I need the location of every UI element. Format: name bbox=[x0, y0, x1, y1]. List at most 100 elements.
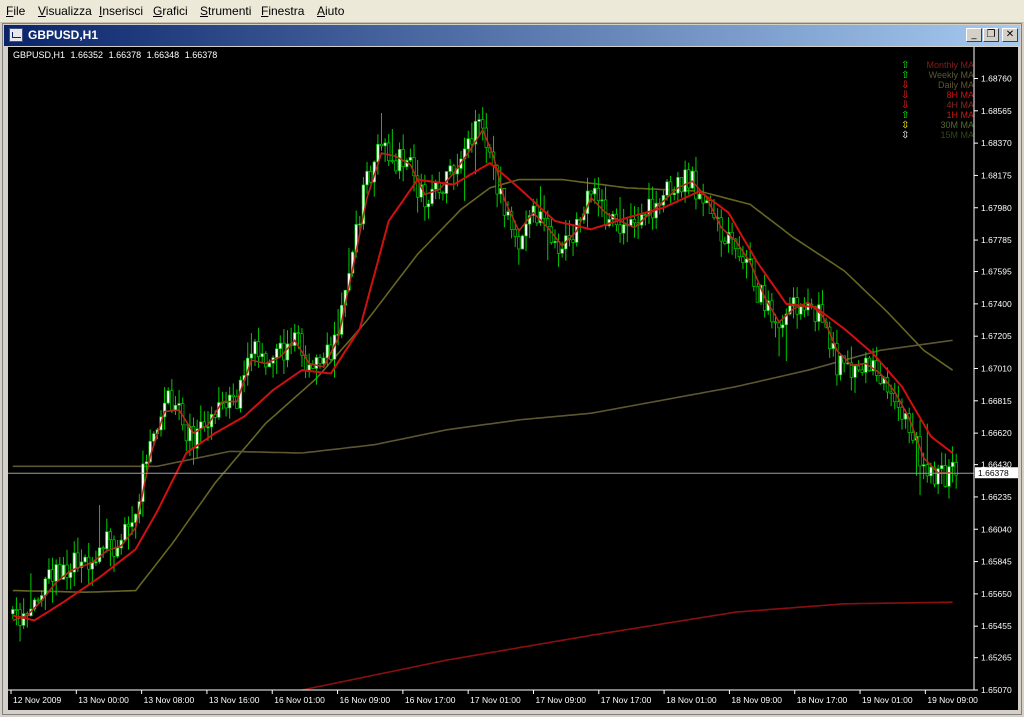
x-tick-label: 17 Nov 17:00 bbox=[601, 695, 652, 705]
candle-body bbox=[206, 426, 210, 429]
candle-body bbox=[864, 357, 868, 373]
candle bbox=[936, 464, 940, 495]
x-tick-label: 19 Nov 09:00 bbox=[927, 695, 978, 705]
menu-aiuto[interactable]: Aiuto bbox=[317, 4, 344, 18]
candle bbox=[426, 199, 431, 219]
candle bbox=[603, 186, 608, 230]
window-titlebar[interactable]: GBPUSD,H1 _ ❐ ✕ bbox=[4, 25, 1020, 46]
chart-window-icon bbox=[9, 28, 23, 42]
candle bbox=[11, 605, 15, 620]
candle-body bbox=[596, 187, 601, 201]
header-open: 1.66352 bbox=[70, 50, 104, 60]
x-tick-label: 16 Nov 01:00 bbox=[274, 695, 325, 705]
candle bbox=[849, 346, 854, 391]
candle bbox=[217, 387, 221, 420]
menu-inserisci[interactable]: Inserisci bbox=[99, 4, 143, 18]
candle-body bbox=[878, 375, 882, 384]
candle bbox=[115, 540, 120, 559]
candle-body bbox=[853, 365, 857, 378]
candle bbox=[68, 563, 73, 590]
candle-body bbox=[947, 466, 951, 487]
candle bbox=[687, 162, 691, 195]
candle-body bbox=[368, 170, 373, 183]
candle-body bbox=[922, 464, 926, 467]
candle bbox=[556, 233, 561, 267]
candlestick-chart-svg: 1.66378 1.68760 1.68565 1.68370 1.68175 1.67… bbox=[8, 47, 1018, 705]
candle-body bbox=[76, 552, 80, 569]
candle bbox=[289, 327, 293, 355]
candle-body bbox=[690, 170, 694, 189]
y-tick-label: 1.66815 bbox=[981, 396, 1012, 406]
candle bbox=[625, 217, 629, 243]
candle bbox=[278, 335, 282, 358]
candle bbox=[940, 452, 944, 485]
candle bbox=[383, 138, 387, 162]
menu-finestra[interactable]: Finestra bbox=[261, 4, 304, 18]
candle bbox=[907, 407, 911, 444]
close-button[interactable]: ✕ bbox=[1002, 28, 1018, 42]
minimize-button[interactable]: _ bbox=[966, 28, 982, 42]
candle-body bbox=[683, 169, 687, 193]
candle-body bbox=[434, 181, 438, 190]
candle bbox=[954, 453, 958, 489]
header-high: 1.66378 bbox=[108, 50, 142, 60]
x-tick-label: 12 Nov 2009 bbox=[13, 695, 61, 705]
candle bbox=[517, 228, 521, 265]
candle-body bbox=[441, 192, 445, 194]
candle-body bbox=[520, 235, 525, 250]
candle-body bbox=[622, 224, 626, 234]
candle-body bbox=[94, 561, 98, 564]
candle-body bbox=[571, 239, 575, 243]
candle-body bbox=[632, 219, 637, 224]
restore-button[interactable]: ❐ bbox=[983, 28, 999, 42]
legend-label: Daily MA bbox=[938, 80, 974, 90]
candle-body bbox=[517, 236, 521, 250]
price-chart[interactable]: 1.66378 1.68760 1.68565 1.68370 1.68175 1.67… bbox=[8, 47, 1018, 710]
candle bbox=[596, 177, 601, 217]
candle bbox=[14, 597, 19, 626]
candle-body bbox=[875, 360, 879, 376]
candle-body bbox=[546, 218, 550, 228]
menu-grafici[interactable]: Grafici bbox=[153, 4, 188, 18]
candle bbox=[105, 518, 109, 553]
candle bbox=[123, 517, 127, 542]
candle-body bbox=[426, 203, 431, 208]
x-tick-label: 18 Nov 09:00 bbox=[731, 695, 782, 705]
header-low: 1.66348 bbox=[146, 50, 180, 60]
menu-visualizza[interactable]: Visualizza bbox=[38, 4, 92, 18]
candle bbox=[47, 558, 51, 584]
chart-axes: 1.68760 1.68565 1.68370 1.68175 1.67980 1.677… bbox=[8, 47, 1012, 705]
candle-body bbox=[940, 465, 944, 470]
candle bbox=[170, 379, 174, 413]
candle-body bbox=[929, 466, 933, 477]
candle bbox=[408, 148, 413, 162]
candle-body bbox=[943, 465, 947, 487]
candle bbox=[896, 385, 901, 421]
y-tick-label: 1.65070 bbox=[981, 685, 1012, 695]
candle bbox=[43, 576, 47, 610]
candle-body bbox=[618, 224, 622, 234]
candle bbox=[611, 210, 615, 227]
candle bbox=[246, 342, 250, 386]
candle-body bbox=[589, 190, 593, 195]
x-tick-label: 17 Nov 09:00 bbox=[535, 695, 586, 705]
legend-label: Weekly MA bbox=[929, 70, 974, 80]
candle-body bbox=[781, 324, 785, 329]
legend-arrow-icon: ⇳ bbox=[901, 130, 909, 141]
candle-body bbox=[224, 402, 228, 409]
candle bbox=[177, 389, 181, 421]
candle bbox=[365, 161, 369, 194]
chart-header: GBPUSD,H1 1.66352 1.66378 1.66348 1.6637… bbox=[13, 50, 220, 60]
y-tick-label: 1.67785 bbox=[981, 235, 1012, 245]
menu-file[interactable]: File bbox=[6, 4, 25, 18]
y-tick-label: 1.66620 bbox=[981, 428, 1012, 438]
candle-body bbox=[513, 229, 517, 237]
current-price-label: 1.66378 bbox=[978, 468, 1009, 478]
menu-strumenti[interactable]: Strumenti bbox=[200, 4, 251, 18]
candle-body bbox=[860, 369, 864, 373]
candle bbox=[415, 159, 420, 213]
candle-body bbox=[900, 406, 904, 420]
candle bbox=[791, 287, 796, 319]
candle-body bbox=[408, 157, 413, 161]
candle bbox=[184, 424, 188, 452]
